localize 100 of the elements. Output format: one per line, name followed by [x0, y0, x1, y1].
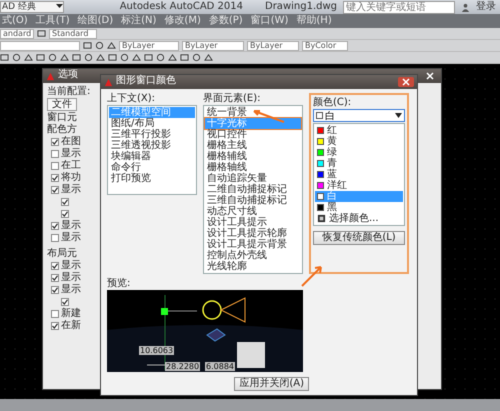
checkbox[interactable]	[61, 198, 69, 206]
dimension-label: 6.0884	[205, 362, 235, 372]
menu-item[interactable]: 绘图(D)	[78, 15, 114, 27]
checkbox[interactable]	[51, 162, 59, 170]
rectangle-icon[interactable]	[36, 53, 45, 62]
tab[interactable]: 文件	[47, 98, 77, 111]
color-option[interactable]: 青	[315, 158, 403, 169]
checkbox-label: 显示	[61, 232, 81, 243]
checkbox[interactable]	[51, 150, 59, 158]
list-item[interactable]: 三维自动捕捉标记	[205, 195, 301, 206]
list-item[interactable]: 栅格主线	[205, 140, 301, 151]
list-item[interactable]: 设计工具提示背景	[205, 239, 301, 250]
checkbox[interactable]	[61, 298, 69, 306]
apply-close-button[interactable]: 应用并关闭(A)	[234, 376, 309, 391]
circle-icon[interactable]	[12, 53, 21, 62]
rectangle-icon[interactable]	[180, 53, 189, 62]
color-option[interactable]: 红	[315, 125, 403, 136]
triangle-icon[interactable]	[24, 53, 33, 62]
circle-icon[interactable]	[84, 53, 93, 62]
checkbox-label: 新建	[61, 308, 81, 319]
triangle-icon[interactable]	[60, 53, 69, 62]
caret-icon	[56, 2, 63, 9]
menu-item[interactable]: 参数(P)	[208, 15, 243, 27]
circle-icon[interactable]	[120, 53, 129, 62]
list-item[interactable]: 三维平行投影	[109, 129, 195, 140]
list-item[interactable]: 控制点外壳线	[205, 250, 301, 261]
list-item[interactable]: 自动追踪矢量	[205, 173, 301, 184]
list-item[interactable]: 光线轮廓	[205, 261, 301, 272]
app-logo-icon	[104, 78, 113, 86]
list-item[interactable]: 栅格辅线	[205, 151, 301, 162]
dialog-title: 选项	[58, 69, 78, 80]
checkbox[interactable]	[51, 262, 59, 270]
menu-item[interactable]: 修改(M)	[164, 15, 201, 27]
workspace-dropdown[interactable]: AD 经典	[0, 1, 64, 13]
text-style-dropdown[interactable]: andard	[0, 28, 34, 38]
rectangle-icon[interactable]	[108, 53, 117, 62]
list-item[interactable]: 命令行	[109, 162, 195, 173]
menu-item[interactable]: 窗口(W)	[250, 15, 288, 27]
palette-icon	[317, 214, 326, 223]
checkbox-label: 显示	[61, 184, 81, 195]
menu-item[interactable]: 标注(N)	[121, 15, 156, 27]
linetype-dropdown[interactable]: ByLayer	[182, 40, 244, 50]
color-dropdown[interactable]: 白	[313, 109, 405, 122]
list-item[interactable]: 块编辑器	[109, 151, 195, 162]
group-title: 窗口元	[47, 112, 77, 123]
menu-item[interactable]: 帮助(H)	[296, 15, 332, 27]
triangle-icon[interactable]	[132, 53, 141, 62]
menu-item[interactable]: 工具(T)	[36, 15, 70, 27]
rectangle-icon[interactable]	[144, 53, 153, 62]
list-label: 界面元素(E):	[203, 93, 260, 104]
list-item[interactable]: 二维自动捕捉标记	[205, 184, 301, 195]
color-option[interactable]: 绿	[315, 147, 403, 158]
list-item[interactable]: 栅格轴线	[205, 162, 301, 173]
checkbox[interactable]	[51, 274, 59, 282]
list-item[interactable]: 统一背景	[205, 107, 301, 118]
checkbox-label: 将功	[61, 172, 81, 183]
color-option[interactable]: 选择颜色...	[315, 213, 403, 224]
color-dropdown[interactable]: ByLayer	[119, 40, 179, 50]
color-option[interactable]: 蓝	[315, 169, 403, 180]
circle-icon[interactable]	[192, 53, 201, 62]
circle-icon[interactable]	[156, 53, 165, 62]
list-item[interactable]: 图纸/布局	[109, 118, 195, 129]
list-item[interactable]: 动态尺寸线	[205, 206, 301, 217]
close-button[interactable]	[398, 77, 414, 87]
lineweight-dropdown[interactable]: ByLayer	[247, 40, 299, 50]
circle-icon[interactable]	[95, 41, 104, 50]
checkbox[interactable]	[51, 234, 59, 242]
triangle-icon[interactable]	[168, 53, 177, 62]
checkbox[interactable]	[51, 186, 59, 194]
checkbox-label: 在工	[61, 160, 81, 171]
color-option[interactable]: 洋红	[315, 180, 403, 191]
checkbox[interactable]	[51, 322, 59, 330]
triangle-icon[interactable]	[204, 53, 213, 62]
dimension-style-dropdown[interactable]: Standard	[49, 28, 97, 38]
checkbox[interactable]	[61, 210, 69, 218]
color-option[interactable]: 黄	[315, 136, 403, 147]
list-item[interactable]: 设计工具提示	[205, 217, 301, 228]
rectangle-icon[interactable]	[0, 53, 9, 62]
list-item[interactable]: 设计工具提示轮廓	[205, 228, 301, 239]
sign-in-link[interactable]: 登录	[476, 1, 496, 13]
checkbox[interactable]	[51, 286, 59, 294]
checkbox[interactable]	[51, 310, 59, 318]
checkbox[interactable]	[51, 174, 59, 182]
color-option[interactable]: 黑	[315, 202, 403, 213]
menu-item[interactable]: 式(O)	[2, 15, 28, 27]
user-icon[interactable]	[461, 2, 470, 12]
list-label: 颜色(C):	[313, 97, 352, 108]
circle-icon[interactable]	[48, 53, 57, 62]
checkbox-label: 显示	[61, 272, 81, 283]
list-item[interactable]: 视口控件	[205, 129, 301, 140]
window-title: Autodesk AutoCAD 2014	[120, 1, 243, 13]
list-label: 上下文(X):	[107, 93, 156, 104]
plot-style-dropdown[interactable]: ByColor	[302, 40, 348, 50]
checkbox[interactable]	[51, 222, 59, 230]
checkbox-label: 显示	[61, 260, 81, 271]
restore-button[interactable]: 恢复传统颜色(L)	[313, 231, 405, 245]
checkbox[interactable]	[51, 138, 59, 146]
list-item[interactable]: 打印预览	[109, 173, 195, 184]
list-item[interactable]: 三维透视投影	[109, 140, 195, 151]
rectangle-icon[interactable]	[37, 29, 46, 38]
